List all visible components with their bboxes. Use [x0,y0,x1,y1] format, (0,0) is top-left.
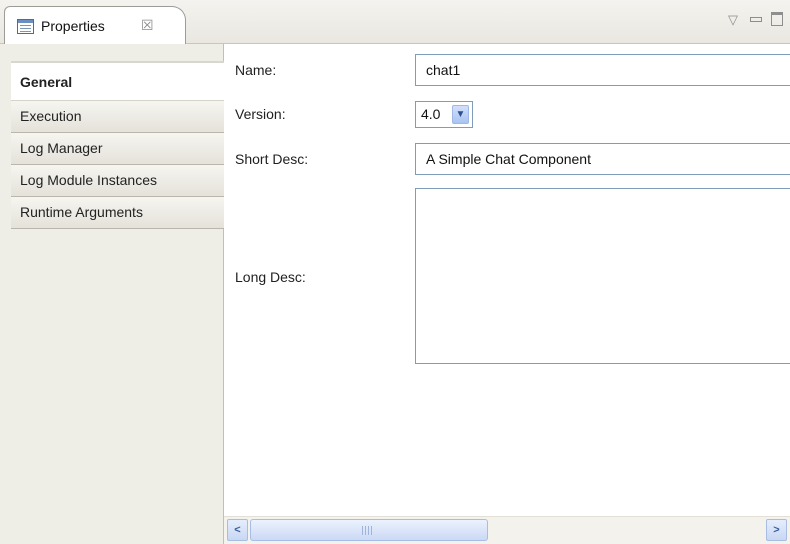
version-label: Version: [235,106,286,122]
scroll-right-button[interactable]: > [766,519,787,541]
scroll-thumb[interactable] [250,519,488,541]
properties-sections: General Execution Log Manager Log Module… [0,44,224,544]
chevron-down-icon[interactable]: ▼ [452,105,469,124]
close-icon[interactable]: ☒ [141,16,154,34]
properties-tab[interactable]: Properties ☒ [4,6,186,45]
name-field[interactable] [415,54,790,86]
view-menu-icon[interactable]: ▽ [728,13,738,27]
tab-execution[interactable]: Execution [11,101,224,133]
long-desc-label: Long Desc: [235,269,306,285]
tab-title: Properties [41,18,105,34]
tab-log-manager[interactable]: Log Manager [11,133,224,165]
minimize-icon[interactable] [750,17,762,22]
properties-view-icon [17,19,34,34]
tab-runtime-arguments[interactable]: Runtime Arguments [11,197,224,229]
view-tab-bar: Properties ☒ ▽ [0,0,790,45]
tab-log-module-instances[interactable]: Log Module Instances [11,165,224,197]
name-label: Name: [235,62,277,78]
short-desc-field[interactable] [415,143,790,175]
short-desc-label: Short Desc: [235,151,309,167]
version-value: 4.0 [421,106,441,122]
horizontal-scrollbar[interactable]: < > [224,516,790,544]
scroll-left-button[interactable]: < [227,519,248,541]
maximize-icon[interactable] [771,12,783,26]
long-desc-field[interactable] [415,188,790,364]
version-select[interactable]: 4.0 ▼ [415,101,473,128]
tab-general[interactable]: General [11,61,224,101]
grip-icon [362,526,372,535]
